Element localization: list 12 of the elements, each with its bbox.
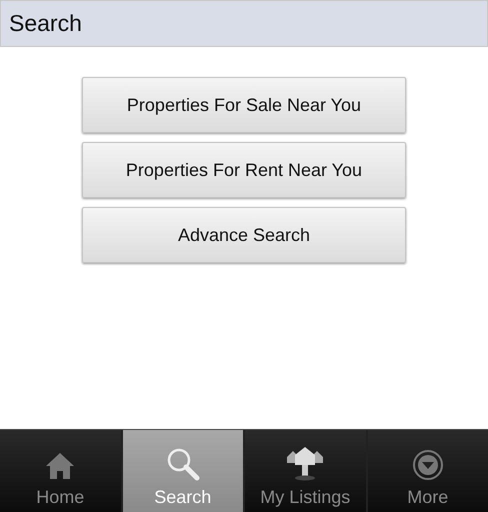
tab[interactable]: Home [0,430,120,512]
tab[interactable]: More [368,430,488,512]
home-icon [44,451,76,481]
houses-icon [285,445,326,481]
title-bar: Search [0,0,488,47]
dropdown-circle-icon [412,449,444,481]
tab[interactable]: Search [122,430,243,512]
tab[interactable]: My Listings [245,430,366,512]
menu-button[interactable]: Properties For Sale Near You [82,77,406,133]
search-icon [166,447,200,481]
menu-button[interactable]: Advance Search [82,207,406,263]
menu-button[interactable]: Properties For Rent Near You [82,142,406,198]
